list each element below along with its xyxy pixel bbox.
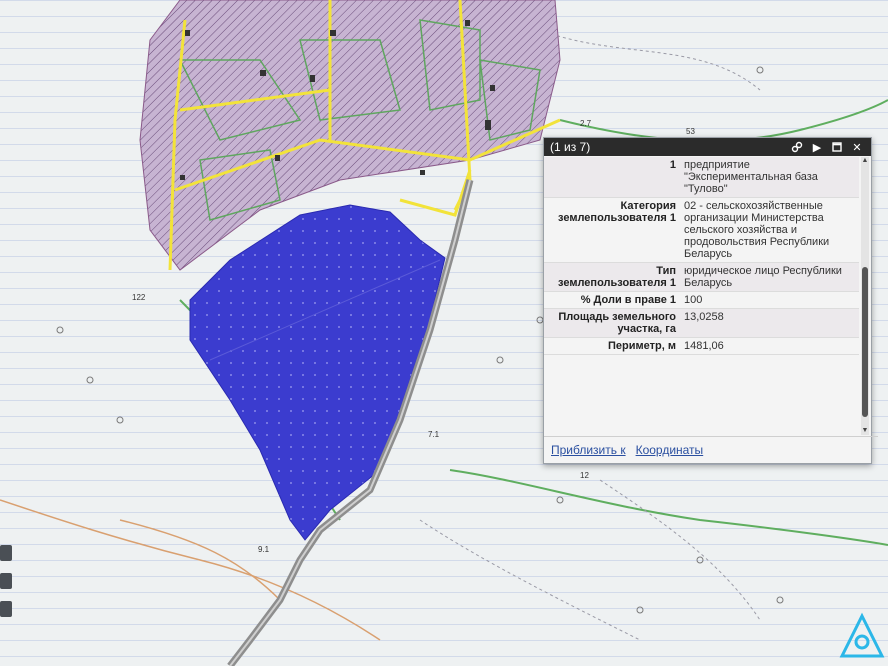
attributes-panel: 1 предприятие "Экспериментальная база "Т…	[544, 157, 859, 435]
tool-button[interactable]	[0, 545, 12, 561]
attr-key: Тип землепользователя 1	[544, 262, 680, 292]
attr-value: 100	[680, 291, 859, 309]
coordinates-link[interactable]: Координаты	[636, 443, 704, 457]
map-label: 53	[686, 127, 695, 136]
play-icon[interactable]: ▶	[809, 139, 825, 155]
scrollbar-thumb[interactable]	[862, 267, 868, 417]
attr-key: Категория землепользователя 1	[544, 197, 680, 263]
popup-footer: Приблизить к Координаты	[544, 436, 878, 463]
attr-key: % Доли в праве 1	[544, 291, 680, 309]
scroll-down-icon[interactable]: ▼	[861, 427, 869, 435]
info-popup: (1 из 7) ▶ ✕ 1 предприятие "Эксперимента…	[543, 137, 878, 464]
map-toolbar	[0, 545, 14, 629]
attr-value: 13,0258	[680, 308, 859, 338]
attr-value: юридическое лицо Республики Беларусь	[680, 262, 859, 292]
map-label: 12	[580, 471, 589, 480]
table-row: % Доли в праве 1 100	[544, 291, 859, 309]
attributes-table: 1 предприятие "Экспериментальная база "Т…	[544, 157, 859, 355]
link-icon[interactable]	[789, 139, 805, 155]
tool-button[interactable]	[0, 601, 12, 617]
map-label: 7.1	[428, 430, 440, 439]
scrollbar[interactable]: ▲ ▼	[861, 157, 869, 435]
attr-value: 1481,06	[680, 337, 859, 355]
attr-value: 02 - сельскохозяйственные организации Ми…	[680, 197, 859, 263]
tool-button[interactable]	[0, 573, 12, 589]
zoom-to-link[interactable]: Приблизить к	[551, 443, 626, 457]
scroll-up-icon[interactable]: ▲	[861, 157, 869, 165]
maximize-icon[interactable]	[829, 139, 845, 155]
table-row: Категория землепользователя 1 02 - сельс…	[544, 197, 859, 263]
table-row: Тип землепользователя 1 юридическое лицо…	[544, 262, 859, 292]
table-row: Периметр, м 1481,06	[544, 337, 859, 355]
table-row: Площадь земельного участка, га 13,0258	[544, 308, 859, 338]
map-label: 2.7	[580, 119, 592, 128]
map-label: 122	[132, 293, 146, 302]
close-icon[interactable]: ✕	[849, 139, 865, 155]
table-row: 1 предприятие "Экспериментальная база "Т…	[544, 157, 859, 198]
attr-key: Периметр, м	[544, 337, 680, 355]
popup-header: (1 из 7) ▶ ✕	[544, 138, 871, 156]
attr-key: Площадь земельного участка, га	[544, 308, 680, 338]
map-label: 9.1	[258, 545, 270, 554]
attr-value: предприятие "Экспериментальная база "Тул…	[680, 157, 859, 198]
app-logo-icon	[839, 612, 885, 658]
popup-title: (1 из 7)	[550, 140, 591, 154]
attr-key: 1	[544, 157, 680, 198]
